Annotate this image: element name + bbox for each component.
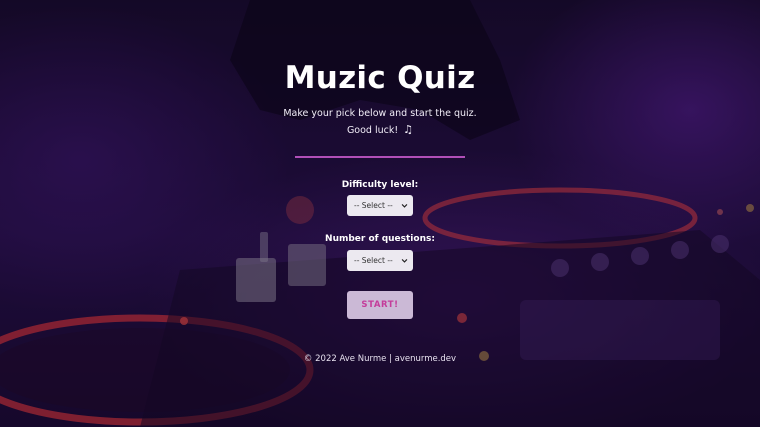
page-title: Muzic Quiz [284, 60, 476, 96]
questions-select[interactable]: -- Select -- [347, 250, 413, 271]
start-button[interactable]: START! [347, 291, 413, 319]
difficulty-select[interactable]: -- Select -- [347, 195, 413, 216]
chevron-down-icon [401, 204, 408, 208]
good-luck-line: Good luck! ♫ [0, 122, 760, 139]
good-luck-text: Good luck! [346, 125, 399, 136]
quiz-start-panel: Muzic Quiz Make your pick below and star… [0, 0, 760, 427]
intro-text: Make your pick below and start the quiz. [283, 108, 477, 119]
difficulty-label: Difficulty level: [341, 180, 419, 190]
chevron-down-icon [401, 259, 408, 263]
music-note-icon: ♫ [403, 123, 414, 136]
footer-credit: © 2022 Ave Nurme | avenurme.dev [303, 354, 457, 364]
questions-select-value: -- Select -- [354, 256, 393, 265]
divider [295, 156, 465, 158]
difficulty-select-value: -- Select -- [354, 201, 393, 210]
questions-label: Number of questions: [325, 234, 435, 244]
